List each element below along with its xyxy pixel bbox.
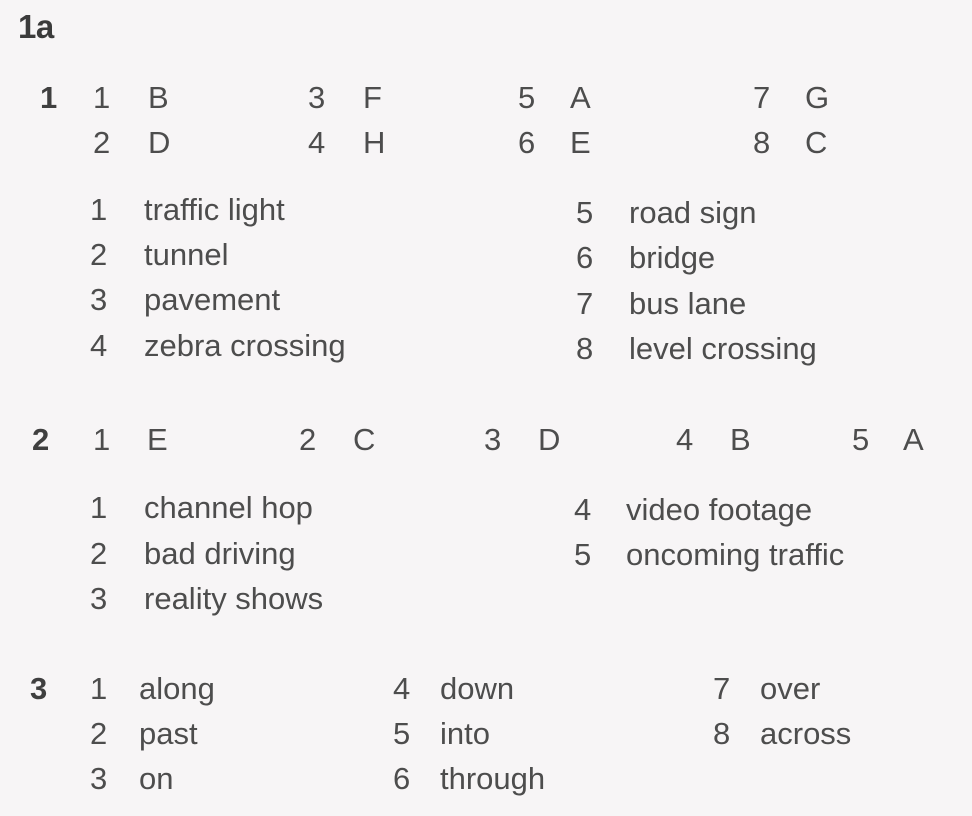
answer-key-page: 1a 1 1 B 3 F 5 A 7 G 2 D 4 H 6 E 8 C 1 t… xyxy=(0,0,972,816)
answer-value: B xyxy=(730,422,751,457)
vocab-item-number: 3 xyxy=(90,761,108,796)
vocab-word: video footage xyxy=(626,492,813,527)
vocab-word: along xyxy=(139,671,215,706)
vocab-item-number: 7 xyxy=(576,286,594,321)
vocab-word: road sign xyxy=(629,195,757,230)
answer-value: G xyxy=(805,80,830,115)
vocab-word: oncoming traffic xyxy=(626,537,845,572)
vocab-word: bus lane xyxy=(629,286,747,321)
vocab-item-number: 5 xyxy=(393,716,411,751)
answer-value: E xyxy=(147,422,168,457)
answer-value: A xyxy=(903,422,924,457)
answer-value: B xyxy=(148,80,169,115)
vocab-word: over xyxy=(760,671,821,706)
answer-value: H xyxy=(363,125,386,160)
answer-item-number: 1 xyxy=(93,422,111,457)
exercise-number-3: 3 xyxy=(30,671,48,706)
page-title: 1a xyxy=(18,8,54,45)
answer-value: E xyxy=(570,125,591,160)
answer-value: C xyxy=(805,125,828,160)
answer-item-number: 6 xyxy=(518,125,536,160)
vocab-word: on xyxy=(139,761,174,796)
answer-value: C xyxy=(353,422,376,457)
vocab-word: bad driving xyxy=(144,536,296,571)
vocab-word: channel hop xyxy=(144,490,313,525)
vocab-word: bridge xyxy=(629,240,716,275)
answer-item-number: 3 xyxy=(308,80,326,115)
vocab-item-number: 2 xyxy=(90,237,108,272)
vocab-word: level crossing xyxy=(629,331,817,366)
vocab-word: pavement xyxy=(144,282,281,317)
answer-item-number: 5 xyxy=(518,80,536,115)
answer-item-number: 4 xyxy=(676,422,694,457)
vocab-item-number: 3 xyxy=(90,282,108,317)
answer-value: F xyxy=(363,80,382,115)
vocab-item-number: 8 xyxy=(713,716,731,751)
answer-item-number: 1 xyxy=(93,80,111,115)
vocab-word: reality shows xyxy=(144,581,324,616)
vocab-item-number: 5 xyxy=(574,537,592,572)
vocab-item-number: 5 xyxy=(576,195,594,230)
vocab-item-number: 8 xyxy=(576,331,594,366)
vocab-item-number: 4 xyxy=(574,492,592,527)
exercise-number-1: 1 xyxy=(40,80,58,115)
answer-item-number: 2 xyxy=(93,125,111,160)
exercise-number-2: 2 xyxy=(32,422,50,457)
vocab-word: traffic light xyxy=(144,192,285,227)
vocab-item-number: 4 xyxy=(90,328,108,363)
vocab-item-number: 6 xyxy=(393,761,411,796)
answer-item-number: 3 xyxy=(484,422,502,457)
vocab-word: through xyxy=(440,761,546,796)
answer-item-number: 8 xyxy=(753,125,771,160)
answer-value: D xyxy=(538,422,561,457)
vocab-word: into xyxy=(440,716,490,751)
vocab-item-number: 7 xyxy=(713,671,731,706)
vocab-word: zebra crossing xyxy=(144,328,346,363)
vocab-item-number: 2 xyxy=(90,536,108,571)
vocab-item-number: 1 xyxy=(90,671,108,706)
answer-value: A xyxy=(570,80,591,115)
answer-item-number: 4 xyxy=(308,125,326,160)
answer-item-number: 2 xyxy=(299,422,317,457)
vocab-item-number: 1 xyxy=(90,192,108,227)
vocab-item-number: 2 xyxy=(90,716,108,751)
vocab-item-number: 6 xyxy=(576,240,594,275)
vocab-word: tunnel xyxy=(144,237,229,272)
vocab-word: past xyxy=(139,716,198,751)
vocab-word: down xyxy=(440,671,515,706)
answer-item-number: 5 xyxy=(852,422,870,457)
vocab-item-number: 3 xyxy=(90,581,108,616)
vocab-word: across xyxy=(760,716,852,751)
answer-value: D xyxy=(148,125,171,160)
vocab-item-number: 4 xyxy=(393,671,411,706)
vocab-item-number: 1 xyxy=(90,490,108,525)
answer-item-number: 7 xyxy=(753,80,771,115)
